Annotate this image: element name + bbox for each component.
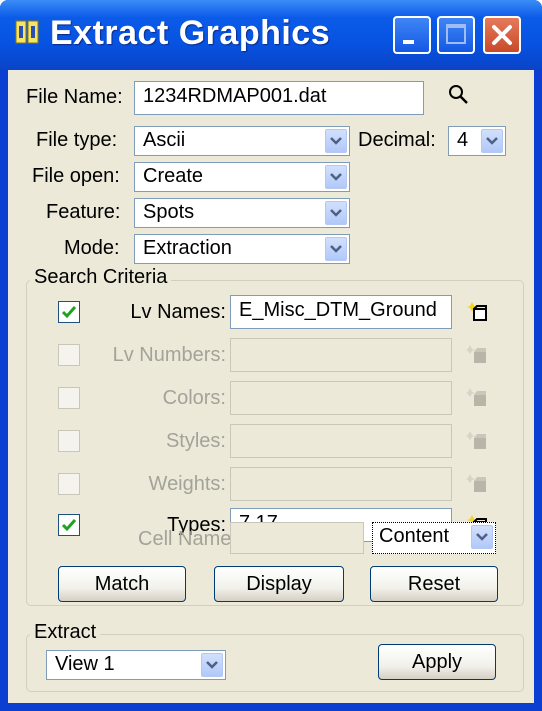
cell-mode-select[interactable]: Content xyxy=(372,522,496,554)
minimize-icon xyxy=(403,40,414,44)
close-icon xyxy=(492,25,512,45)
level-picker-icon[interactable] xyxy=(466,299,492,325)
maximize-icon xyxy=(446,24,466,44)
cell-name-label: Cell Name: xyxy=(138,528,237,550)
decimal-label: Decimal: xyxy=(358,129,436,151)
chevron-down-icon[interactable] xyxy=(471,525,493,549)
file-name-label: File Name: xyxy=(26,86,123,108)
file-type-label: File type: xyxy=(36,129,118,151)
file-type-select[interactable]: Ascii xyxy=(134,126,350,156)
file-type-value: Ascii xyxy=(143,129,186,151)
search-icon[interactable] xyxy=(446,82,472,108)
chevron-down-icon[interactable] xyxy=(325,237,347,261)
feature-select[interactable]: Spots xyxy=(134,198,350,228)
reset-button[interactable]: Reset xyxy=(370,566,498,602)
cell-mode-value: Content xyxy=(379,525,450,547)
checkbox-row-2[interactable] xyxy=(58,387,80,409)
chevron-down-icon[interactable] xyxy=(201,653,223,677)
view-select[interactable]: View 1 xyxy=(46,650,226,680)
mode-label: Mode: xyxy=(64,237,120,259)
extract-graphics-window: Extract Graphics File Name: 1234RDMAP001… xyxy=(0,0,542,711)
cell-name-field[interactable] xyxy=(230,522,364,554)
criteria-field-1[interactable] xyxy=(230,338,452,372)
match-button[interactable]: Match xyxy=(58,566,186,602)
dialog-body: File Name: 1234RDMAP001.dat File type: A… xyxy=(8,70,534,703)
criteria-label-2: Colors: xyxy=(162,387,226,409)
chevron-down-icon[interactable] xyxy=(325,165,347,189)
level-picker-icon xyxy=(466,474,486,492)
display-button[interactable]: Display xyxy=(214,566,344,602)
file-name-field[interactable]: 1234RDMAP001.dat xyxy=(134,81,424,115)
chevron-down-icon[interactable] xyxy=(325,129,347,153)
file-open-value: Create xyxy=(143,165,204,187)
checkmark-icon xyxy=(61,306,77,319)
criteria-field-0[interactable]: E_Misc_DTM_Ground xyxy=(230,295,452,329)
criteria-label-3: Styles: xyxy=(165,430,226,452)
chevron-down-icon[interactable] xyxy=(481,129,503,153)
criteria-label-4: Weights: xyxy=(148,473,226,495)
mode-value: Extraction xyxy=(143,237,232,259)
apply-button[interactable]: Apply xyxy=(378,644,496,680)
maximize-button[interactable] xyxy=(437,16,475,54)
criteria-label-0: Lv Names: xyxy=(130,301,226,323)
close-button[interactable] xyxy=(483,16,521,54)
checkmark-icon xyxy=(61,519,77,532)
extract-title: Extract xyxy=(30,621,101,644)
file-open-select[interactable]: Create xyxy=(134,162,350,192)
checkbox-row-3[interactable] xyxy=(58,430,80,452)
criteria-field-4[interactable] xyxy=(230,467,452,501)
mode-select[interactable]: Extraction xyxy=(134,234,350,264)
app-icon xyxy=(15,20,39,44)
decimal-value: 4 xyxy=(457,129,469,151)
window-title: Extract Graphics xyxy=(50,14,331,52)
criteria-field-3[interactable] xyxy=(230,424,452,458)
decimal-select[interactable]: 4 xyxy=(448,126,506,156)
checkbox-row-5[interactable] xyxy=(58,514,80,536)
checkbox-row-0[interactable] xyxy=(58,301,80,323)
feature-value: Spots xyxy=(143,201,195,223)
title-bar[interactable]: Extract Graphics xyxy=(0,0,542,70)
checkbox-row-1[interactable] xyxy=(58,344,80,366)
checkbox-row-4[interactable] xyxy=(58,473,80,495)
chevron-down-icon[interactable] xyxy=(325,201,347,225)
search-criteria-title: Search Criteria xyxy=(30,266,172,289)
criteria-label-1: Lv Numbers: xyxy=(112,344,226,366)
view-value: View 1 xyxy=(55,653,115,675)
file-open-label: File open: xyxy=(32,165,120,187)
level-picker-icon xyxy=(466,388,486,406)
level-picker-icon xyxy=(466,345,486,363)
criteria-field-2[interactable] xyxy=(230,381,452,415)
feature-label: Feature: xyxy=(46,201,121,223)
minimize-button[interactable] xyxy=(393,16,431,54)
level-picker-icon xyxy=(466,431,486,449)
